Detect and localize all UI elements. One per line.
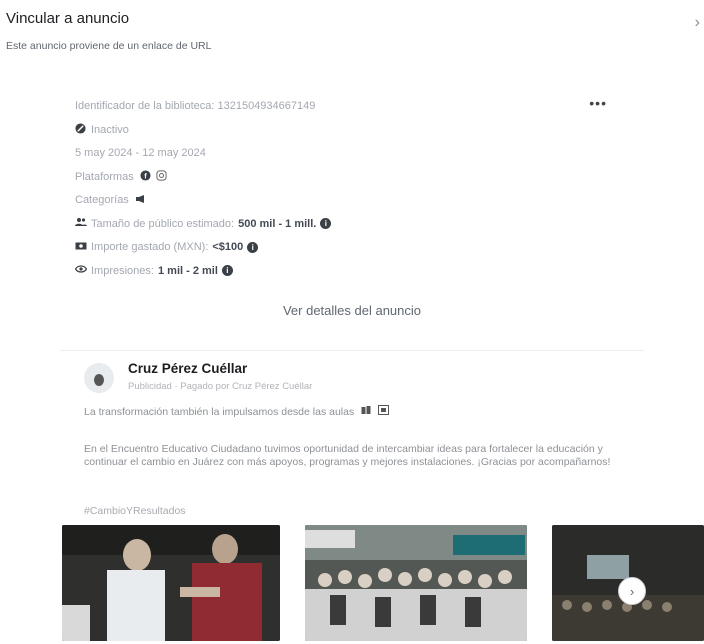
info-icon[interactable]: i bbox=[247, 241, 259, 253]
chevron-right-icon[interactable]: › bbox=[695, 14, 700, 32]
instagram-icon bbox=[156, 169, 167, 184]
library-id-row: Identificador de la biblioteca: 13215049… bbox=[75, 97, 635, 115]
impressions-value: 1 mil - 2 mil bbox=[157, 264, 218, 277]
impressions-label: Impresiones: bbox=[91, 264, 154, 277]
audience-value: 500 mil - 1 mill. bbox=[238, 217, 317, 230]
info-icon[interactable]: i bbox=[221, 265, 233, 276]
inactive-icon bbox=[75, 122, 91, 137]
audience-row: Tamaño de público estimado: 500 mil - 1 … bbox=[75, 215, 635, 233]
view-ad-details-button[interactable]: Ver detalles del anuncio bbox=[0, 303, 704, 318]
impressions-row: Impresiones: 1 mil - 2 mil i bbox=[74, 262, 635, 280]
spend-value: <$100 bbox=[212, 241, 244, 253]
school-emoji-icon bbox=[378, 405, 390, 418]
library-id: Identificador de la biblioteca: 13215049… bbox=[75, 100, 316, 112]
facebook-icon: f bbox=[140, 169, 151, 184]
megaphone-icon bbox=[135, 194, 147, 207]
hashtag-link[interactable]: #CambioYResultados bbox=[84, 505, 186, 517]
platforms-label: Plataformas bbox=[75, 170, 134, 183]
info-icon[interactable]: i bbox=[320, 218, 332, 229]
spend-row: Importe gastado (MXN): <$100 i bbox=[75, 238, 635, 256]
platforms-row: Plataformas f bbox=[75, 168, 635, 186]
sponsored-label: Publicidad · Pagado por Cruz Pérez Cuéll… bbox=[128, 381, 313, 392]
carousel-photo[interactable] bbox=[305, 525, 527, 641]
header-title: Vincular a anuncio bbox=[6, 10, 130, 27]
status-row: Inactivo bbox=[75, 121, 635, 139]
avatar[interactable] bbox=[84, 363, 114, 393]
status-text: Inactivo bbox=[91, 123, 129, 136]
categories-label: Categorías bbox=[75, 194, 129, 206]
date-range: 5 may 2024 - 12 may 2024 bbox=[75, 147, 206, 159]
divider bbox=[60, 350, 644, 351]
eye-icon bbox=[74, 264, 91, 277]
ad-info-panel: ••• Identificador de la biblioteca: 1321… bbox=[74, 95, 635, 285]
people-icon bbox=[75, 217, 91, 230]
post-body: En el Encuentro Educativo Ciudadano tuvi… bbox=[84, 443, 611, 468]
page-name[interactable]: Cruz Pérez Cuéllar bbox=[128, 361, 247, 376]
more-options-icon[interactable]: ••• bbox=[589, 95, 607, 111]
audience-label: Tamaño de público estimado: bbox=[91, 217, 235, 230]
chevron-right-icon[interactable]: › bbox=[618, 577, 646, 605]
date-row: 5 may 2024 - 12 may 2024 bbox=[75, 144, 635, 162]
spend-label: Importe gastado (MXN): bbox=[91, 241, 209, 253]
categories-row: Categorías bbox=[75, 191, 635, 209]
subtitle: Este anuncio proviene de un enlace de UR… bbox=[6, 40, 212, 52]
post-caption: La transformación también la impulsamos … bbox=[84, 405, 390, 418]
money-icon bbox=[75, 241, 91, 254]
books-emoji-icon bbox=[361, 406, 375, 418]
carousel-photo[interactable] bbox=[62, 525, 280, 641]
